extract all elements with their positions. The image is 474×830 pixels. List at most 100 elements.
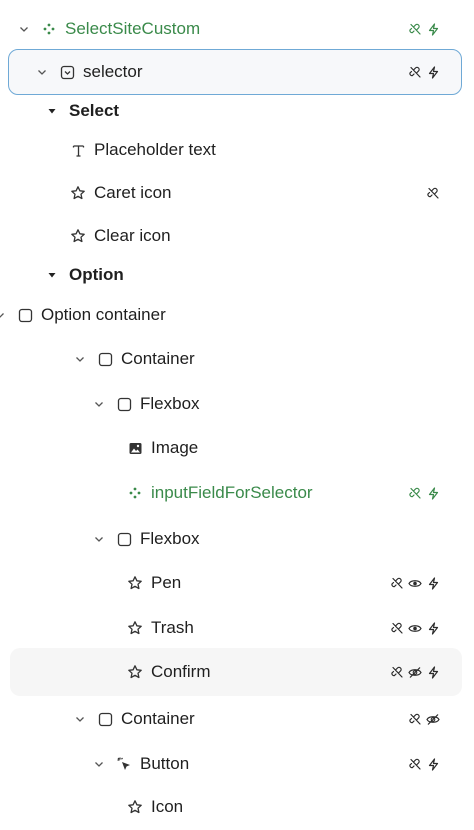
tree-node: Clear icon [70, 219, 171, 253]
bolt-icon[interactable] [426, 665, 440, 679]
caret-down-icon[interactable] [45, 104, 59, 118]
row-actions [408, 747, 440, 781]
eye-icon[interactable] [408, 576, 422, 590]
tree-row[interactable]: Select [0, 94, 474, 128]
tree-row[interactable]: Confirm [0, 648, 474, 696]
bolt-icon[interactable] [426, 757, 440, 771]
tree-node: Container [73, 342, 195, 376]
component-dots-icon [127, 485, 143, 501]
tree-row[interactable]: SelectSiteCustom [0, 12, 474, 46]
tree-node: Option container [0, 298, 166, 332]
square-icon [97, 351, 113, 367]
image-icon [127, 440, 143, 456]
tree-row[interactable]: Icon [0, 790, 474, 824]
tree-row-label: Option container [41, 305, 166, 324]
text-t-icon [70, 142, 86, 158]
tree-row[interactable]: inputFieldForSelector [0, 476, 474, 510]
tree-row[interactable]: Option [0, 258, 474, 292]
unlink-icon[interactable] [390, 621, 404, 635]
tree-row-label: Pen [151, 573, 182, 592]
unlink-icon[interactable] [408, 486, 422, 500]
tree-node: Flexbox [92, 522, 200, 556]
tree-row[interactable]: Pen [0, 566, 474, 600]
row-actions [408, 12, 440, 46]
tree-row-label: Image [151, 438, 199, 457]
tree-row[interactable]: Placeholder text [0, 133, 474, 167]
chevron-down-icon[interactable] [73, 352, 87, 366]
row-background [10, 743, 462, 785]
tree-node: inputFieldForSelector [127, 476, 313, 510]
tree-row[interactable]: Option container [0, 298, 474, 332]
unlink-icon[interactable] [390, 665, 404, 679]
tree-row-label: SelectSiteCustom [65, 19, 201, 38]
component-dots-icon [41, 21, 57, 37]
tree-node: selector [35, 55, 143, 89]
unlink-icon[interactable] [408, 712, 422, 726]
cursor-click-icon [116, 756, 132, 772]
tree-node: Confirm [127, 655, 211, 689]
row-background [10, 518, 462, 560]
tree-node: Pen [127, 566, 181, 600]
bolt-icon[interactable] [426, 621, 440, 635]
tree-node: Option [45, 258, 124, 292]
tree-row-label: Caret icon [94, 183, 172, 202]
tree-row-label: Option [69, 265, 124, 284]
row-actions [390, 655, 440, 689]
tree-row[interactable]: selector [0, 49, 474, 95]
row-background [10, 383, 462, 425]
row-actions [408, 55, 440, 89]
unlink-icon[interactable] [408, 65, 422, 79]
bolt-icon[interactable] [426, 22, 440, 36]
eye-off-icon[interactable] [426, 712, 440, 726]
star-icon [127, 799, 143, 815]
tree-node: Flexbox [92, 387, 200, 421]
chevron-down-icon[interactable] [0, 308, 7, 322]
tree-row-label: Flexbox [140, 529, 200, 548]
bolt-icon[interactable] [426, 65, 440, 79]
square-icon [116, 396, 132, 412]
tree-node: SelectSiteCustom [17, 12, 200, 46]
tree-row-label: inputFieldForSelector [151, 483, 313, 502]
star-icon [127, 664, 143, 680]
star-icon [70, 185, 86, 201]
square-icon [97, 711, 113, 727]
tree-row[interactable]: Flexbox [0, 387, 474, 421]
tree-row[interactable]: Container [0, 702, 474, 736]
tree-row[interactable]: Clear icon [0, 219, 474, 253]
star-icon [127, 575, 143, 591]
tree-row[interactable]: Trash [0, 611, 474, 645]
tree-row-label: selector [83, 62, 143, 81]
unlink-icon[interactable] [408, 22, 422, 36]
chevron-down-icon[interactable] [35, 65, 49, 79]
tree-row[interactable]: Caret icon [0, 176, 474, 210]
square-icon [17, 307, 33, 323]
unlink-icon[interactable] [390, 576, 404, 590]
chevron-down-icon[interactable] [92, 397, 106, 411]
tree-node: Button [92, 747, 189, 781]
unlink-icon[interactable] [426, 186, 440, 200]
row-actions [408, 702, 440, 736]
eye-off-icon[interactable] [408, 665, 422, 679]
chevron-down-icon[interactable] [17, 22, 31, 36]
chevron-down-icon[interactable] [92, 757, 106, 771]
tree-row[interactable]: Container [0, 342, 474, 376]
tree-row-label: Container [121, 709, 195, 728]
row-background [10, 786, 462, 828]
unlink-icon[interactable] [408, 757, 422, 771]
tree-node: Image [127, 431, 198, 465]
tree-row[interactable]: Button [0, 747, 474, 781]
bolt-icon[interactable] [426, 576, 440, 590]
tree-row[interactable]: Flexbox [0, 522, 474, 556]
chevron-down-icon[interactable] [92, 532, 106, 546]
tree-row[interactable]: Image [0, 431, 474, 465]
row-actions [390, 566, 440, 600]
eye-icon[interactable] [408, 621, 422, 635]
bolt-icon[interactable] [426, 486, 440, 500]
tree-row-label: Button [140, 754, 190, 773]
chevron-down-icon[interactable] [73, 712, 87, 726]
tree-row-label: Clear icon [94, 226, 171, 245]
row-actions [426, 176, 440, 210]
row-background [10, 427, 462, 469]
caret-down-icon[interactable] [45, 268, 59, 282]
tree-node: Select [45, 94, 119, 128]
